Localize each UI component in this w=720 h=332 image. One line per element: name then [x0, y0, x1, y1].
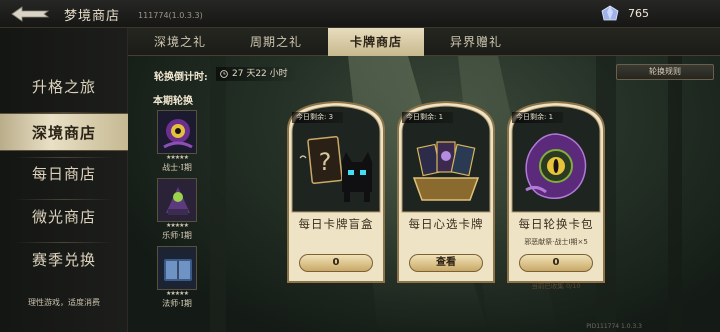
countdown-label: 轮换倒计时:: [154, 72, 208, 83]
rotation-item-bard[interactable]: ★★★★★ 乐师·I期: [154, 178, 200, 244]
daily-remaining-badge: 今日剩余: 1: [512, 112, 564, 123]
eldritch-eye-pack-icon: [525, 133, 587, 199]
sidebar-footer-notice: 理性游戏，适度消费: [28, 298, 100, 307]
tab-otherworld-gift[interactable]: 异界赠礼: [428, 28, 524, 56]
sidebar: 升格之旅 深境商店 每日商店 微光商店 赛季兑换 理性游戏，适度消费: [0, 28, 128, 332]
tab-bar: 深境之礼 周期之礼 卡牌商店 异界赠礼: [128, 28, 720, 56]
daily-remaining-badge: 今日剩余: 3: [292, 112, 344, 123]
card-daily-rotation-pack[interactable]: 今日剩余: 1 每日轮换卡包 邪恶献祭·战士I期×5 0 当前已收集 0/10: [502, 100, 610, 290]
currency-display[interactable]: 765: [600, 5, 710, 23]
rotation-rules-button[interactable]: 轮换规则: [616, 64, 714, 80]
page-title: 梦境商店: [64, 9, 121, 24]
back-arrow-icon: [11, 6, 50, 22]
rotation-title: 本期轮换: [153, 96, 193, 107]
card-daily-blind-box[interactable]: 今日剩余: 3 ? 每日卡牌盲盒 0: [282, 100, 390, 286]
sidebar-item-season-exchange[interactable]: 赛季兑换: [0, 241, 128, 279]
rotation-item-mage[interactable]: ★★★★★ 法师·I期: [154, 246, 200, 312]
clock-icon: [220, 70, 228, 78]
collection-progress: 当前已收集 0/10: [531, 282, 581, 290]
sidebar-item-glimmer-shop[interactable]: 微光商店: [0, 198, 128, 236]
rotation-item-name: 乐师·I期: [162, 231, 192, 240]
build-watermark: PID111774 1.0.3.3: [586, 323, 642, 330]
mage-tome-card-icon: [157, 246, 197, 290]
back-button[interactable]: [8, 4, 52, 24]
daily-remaining-badge: 今日剩余: 1: [402, 112, 454, 123]
card-daily-pick[interactable]: 今日剩余: 1 每日心选卡牌 查看: [392, 100, 500, 286]
sidebar-item-daily-shop[interactable]: 每日商店: [0, 155, 128, 193]
rarity-stars: ★★★★★: [166, 222, 189, 229]
treasure-cards-icon: [412, 141, 480, 201]
buy-button[interactable]: 0: [519, 254, 593, 272]
crystal-gem-icon: [601, 5, 619, 21]
rotation-item-name: 法师·I期: [162, 299, 192, 308]
card-name: 每日轮换卡包: [518, 217, 594, 231]
rotation-item-name: 战士·I期: [162, 163, 192, 172]
main-panel: 深境之礼 周期之礼 卡牌商店 异界赠礼 轮换倒计时: 27 天22 小时 轮换规…: [128, 28, 720, 332]
card-name: 每日心选卡牌: [408, 217, 484, 231]
tab-card-shop[interactable]: 卡牌商店: [328, 28, 424, 56]
bard-card-icon: [157, 178, 197, 222]
sidebar-item-ascension-journey[interactable]: 升格之旅: [0, 68, 128, 106]
mystery-card-cat-icon: ?: [299, 136, 372, 202]
buy-button[interactable]: 0: [299, 254, 373, 272]
svg-text:?: ?: [319, 148, 332, 176]
rarity-stars: ★★★★★: [166, 290, 189, 297]
sidebar-item-abyss-shop[interactable]: 深境商店: [0, 113, 128, 151]
top-bar: 梦境商店 111774(1.0.3.3) 765: [0, 0, 720, 28]
countdown-value: 27 天22 小时: [232, 69, 288, 79]
tab-abyss-gift[interactable]: 深境之礼: [132, 28, 228, 56]
rotation-item-warrior[interactable]: ★★★★★ 战士·I期: [154, 110, 200, 176]
eldritch-eye-card-icon: [157, 110, 197, 154]
view-button[interactable]: 查看: [409, 254, 483, 272]
rarity-stars: ★★★★★: [166, 154, 189, 161]
currency-amount: 765: [628, 7, 649, 20]
card-name: 每日卡牌盲盒: [298, 217, 374, 231]
card-contents: 邪恶献祭·战士I期×5: [524, 238, 588, 246]
countdown-timer: 27 天22 小时: [216, 67, 298, 81]
version-label: 111774(1.0.3.3): [138, 11, 203, 20]
tab-cycle-gift[interactable]: 周期之礼: [228, 28, 324, 56]
